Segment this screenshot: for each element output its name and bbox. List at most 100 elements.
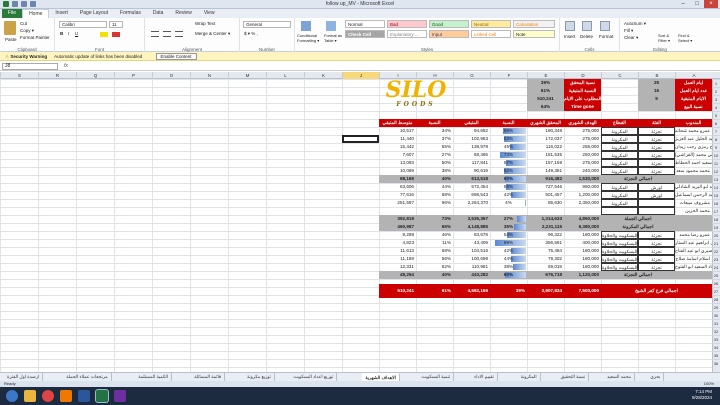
style-calculation[interactable]: Calculation xyxy=(513,20,555,28)
font-name-select[interactable]: Calibri xyxy=(59,21,107,28)
achieved-pct-cell[interactable]: 35% xyxy=(490,223,527,231)
grand-remaining[interactable]: 4,592,166 xyxy=(453,284,490,298)
rep-sector[interactable]: المكرونة xyxy=(601,127,638,135)
table-header[interactable]: النسبة xyxy=(416,119,453,127)
cell[interactable] xyxy=(675,215,712,223)
remaining-value[interactable]: 572,454 xyxy=(453,183,490,191)
target-value[interactable]: 1,200,000 xyxy=(564,191,601,199)
subtotal-label[interactable]: اجمالي الجملة xyxy=(601,215,675,223)
achieved-pct-cell[interactable]: 60% xyxy=(490,175,527,183)
align-right-icon[interactable] xyxy=(175,31,183,37)
style-normal[interactable]: Normal xyxy=(345,20,385,28)
target-value[interactable]: 275,000 xyxy=(564,127,601,135)
tab-home[interactable]: Home xyxy=(22,8,50,19)
style-good[interactable]: Good xyxy=(429,20,469,28)
remaining-value[interactable]: 43,409 xyxy=(453,239,490,247)
autosum-button[interactable]: AutoSum ▾ xyxy=(624,21,646,27)
rep-name[interactable]: عبد الرحمن عماد السعيد ابو الفتوح xyxy=(675,263,712,271)
conditional-formatting-icon[interactable] xyxy=(301,21,311,31)
row-header[interactable]: 1 xyxy=(712,79,720,87)
cell[interactable] xyxy=(675,175,712,183)
format-as-table-icon[interactable] xyxy=(326,21,336,31)
target-value[interactable]: 950,000 xyxy=(564,183,601,191)
rep-sector[interactable]: البسكويت والحلاوة xyxy=(601,255,638,263)
rep-name[interactable]: احمد ابو اليزيد الشاذلي xyxy=(675,183,712,191)
table-header[interactable]: المتبقي xyxy=(453,119,490,127)
achieved-value[interactable]: 727,546 xyxy=(527,183,564,191)
rep-category[interactable] xyxy=(638,199,675,207)
cell[interactable] xyxy=(675,223,712,231)
grand-total-label[interactable]: اجمالي فرع كفر الشيخ xyxy=(601,284,712,298)
rep-category[interactable]: تجزئة xyxy=(638,231,675,239)
row-header[interactable]: 9 xyxy=(712,143,720,151)
achieved-pct-cell[interactable]: 56% xyxy=(490,183,527,191)
rep-category[interactable]: تجزئة xyxy=(638,239,675,247)
rep-category[interactable] xyxy=(638,207,675,215)
column-header[interactable]: S xyxy=(0,72,38,79)
row-header[interactable]: 35 xyxy=(712,351,720,359)
italic-button[interactable]: I xyxy=(68,31,69,36)
row-header[interactable]: 14 xyxy=(712,183,720,191)
clear-button[interactable]: Clear ▾ xyxy=(624,35,638,41)
table-header[interactable]: المحقق الشهري xyxy=(527,119,564,127)
rep-sector[interactable]: المكرونة xyxy=(601,151,638,159)
align-center-icon[interactable] xyxy=(163,31,171,37)
row-header[interactable]: 17 xyxy=(712,207,720,215)
rep-category[interactable]: تجزئة xyxy=(638,135,675,143)
achieved-value[interactable]: 676,718 xyxy=(527,271,564,279)
row-header[interactable]: 34 xyxy=(712,343,720,351)
tab-insert[interactable]: Insert xyxy=(49,9,74,18)
achieved-pct-cell[interactable]: 44% xyxy=(490,255,527,263)
achieved-value[interactable]: 356,591 xyxy=(527,239,564,247)
remaining-value[interactable] xyxy=(453,207,490,215)
remaining-average[interactable]: 10,517 xyxy=(379,127,416,135)
rep-sector[interactable]: المكرونة xyxy=(601,199,638,207)
row-header[interactable]: 28 xyxy=(712,295,720,303)
style-note[interactable]: Note xyxy=(513,30,555,38)
achieved-pct-cell[interactable]: 60% xyxy=(490,271,527,279)
sheet-tab[interactable]: تنمية البسكويت xyxy=(418,373,455,381)
rep-sector[interactable]: المكرونة xyxy=(601,143,638,151)
rep-sector[interactable]: البسكويت والحلاوة xyxy=(601,231,638,239)
column-header[interactable]: N xyxy=(190,72,228,79)
info-label[interactable]: عدد ايام العمل xyxy=(675,87,712,95)
subtotal-label[interactable]: اجمالي المكرونة xyxy=(601,223,675,231)
format-painter-button[interactable]: Format Painter xyxy=(20,35,50,40)
remaining-pct[interactable]: 65% xyxy=(416,223,453,231)
remaining-average[interactable]: 11,440 xyxy=(379,135,416,143)
underline-button[interactable]: U xyxy=(75,31,78,36)
summary-label[interactable]: النسبة المتبقية xyxy=(564,87,601,95)
achieved-value[interactable]: 79,302 xyxy=(527,255,564,263)
info-label[interactable]: نسبة البيع xyxy=(675,103,712,111)
row-header[interactable]: 25 xyxy=(712,271,720,279)
row-header[interactable]: 33 xyxy=(712,335,720,343)
column-header[interactable]: F xyxy=(490,72,527,79)
remaining-average[interactable]: 68,169 xyxy=(379,175,416,183)
tab-file[interactable]: File xyxy=(2,9,23,18)
info-label[interactable]: الايام المتبقية xyxy=(675,95,712,103)
info-value[interactable]: 9 xyxy=(638,95,675,103)
explorer-icon[interactable] xyxy=(24,390,36,402)
row-header[interactable]: 6 xyxy=(712,119,720,127)
style-bad[interactable]: Bad xyxy=(387,20,427,28)
remaining-average[interactable]: 10,069 xyxy=(379,167,416,175)
chrome-icon[interactable] xyxy=(42,390,54,402)
target-value[interactable]: 180,000 xyxy=(564,231,601,239)
achieved-value[interactable]: 116,022 xyxy=(527,143,564,151)
style-neutral[interactable]: Neutral xyxy=(471,20,511,28)
column-header[interactable]: E xyxy=(527,72,564,79)
table-header[interactable]: المندوب xyxy=(675,119,712,127)
worksheet-grid[interactable]: SRQPONMLKJIHGFEDCBA 1 2 3 4 5 6 7 8 9 10 11 12 13 14 1… xyxy=(0,72,720,372)
grand-target[interactable]: 7,500,000 xyxy=(564,284,601,298)
sheet-tab[interactable]: بحري xyxy=(647,373,665,381)
sheet-tab[interactable]: مرتجعات عملاء الجملة xyxy=(63,373,112,381)
achieved-value[interactable]: 172,037 xyxy=(527,135,564,143)
remaining-pct[interactable]: 73% xyxy=(416,215,453,223)
row-header[interactable]: 32 xyxy=(712,327,720,335)
row-header[interactable]: 19 xyxy=(712,223,720,231)
achieved-value[interactable]: 181,535 xyxy=(527,151,564,159)
row-header[interactable]: 24 xyxy=(712,263,720,271)
achieved-pct-cell[interactable]: 42% xyxy=(490,247,527,255)
summary-label[interactable]: نسبة المحقق xyxy=(564,79,601,87)
target-value[interactable] xyxy=(564,207,601,215)
